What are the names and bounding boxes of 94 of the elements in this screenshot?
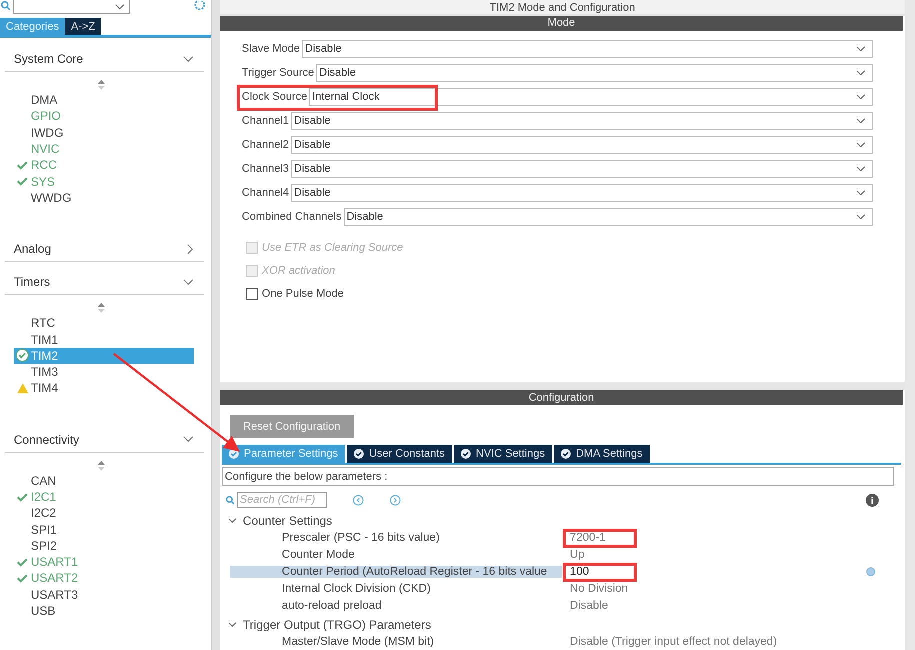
chevron-down-icon[interactable] [228,622,238,628]
check-circle-icon [561,449,572,459]
parameter-value[interactable]: Up [566,548,585,560]
chevron-down-icon [115,4,125,10]
field-label: Combined Channels [242,210,343,223]
previous-icon[interactable] [353,494,364,506]
parameter-name[interactable]: Counter Mode [282,548,562,560]
warning-icon [16,382,28,394]
parameter-name[interactable]: Internal Clock Division (CKD) [282,582,562,594]
check-icon [17,574,28,583]
category-header[interactable]: Connectivity [5,430,204,453]
dropdown[interactable]: Disable [344,208,874,226]
parameter-value[interactable]: No Division [566,582,628,594]
dropdown[interactable]: Disable [291,136,874,154]
peripheral-item[interactable]: TIM3 [14,364,194,380]
category-header[interactable]: System Core [5,50,204,72]
parameter-name[interactable]: Master/Slave Mode (MSM bit) [282,636,562,648]
peripheral-item[interactable]: SPI2 [14,538,194,554]
chevron-down-icon [856,46,866,52]
check-icon [17,160,28,170]
settings-tab[interactable]: DMA Settings [554,445,650,463]
peripheral-item[interactable]: CAN [14,472,194,489]
peripheral-item[interactable]: TIM1 [14,331,194,348]
peripheral-item[interactable]: USART3 [14,586,194,603]
section-header: Mode [220,16,904,31]
chevron-down-icon [183,436,194,444]
peripheral-item[interactable]: I2C2 [14,505,194,522]
description-text: Configure the below parameters : [222,467,894,486]
peripheral-item[interactable]: SPI1 [14,521,194,538]
check-circle-icon [354,449,364,459]
chevron-down-icon [183,56,194,62]
peripheral-item[interactable]: IWDG [14,124,194,141]
dropdown[interactable]: Disable [316,64,874,82]
dropdown[interactable]: Disable [291,184,874,202]
chevron-down-icon [183,278,194,286]
sidebar-tab[interactable]: A->Z [65,18,102,35]
chevron-down-icon [856,70,866,76]
field-label: Channel1 [242,114,290,127]
info-icon[interactable] [866,494,880,506]
chevron-down-icon [856,118,866,124]
search-field[interactable]: Search (Ctrl+F) [237,492,328,508]
dropdown[interactable]: Disable [302,40,874,58]
check-circle-icon [16,349,29,362]
chevron-down-icon [856,142,866,148]
panel-title: TIM2 Mode and Configuration [490,2,636,14]
parameter-value[interactable]: 100 [566,566,590,578]
field-label: Channel3 [242,162,290,175]
chevron-down-icon [856,94,866,100]
group-title: Counter Settings [243,514,332,528]
field-label: Channel2 [242,138,290,151]
peripheral-item[interactable]: DMA [14,92,194,108]
parameter-name[interactable]: Counter Period (AutoReload Register - 16 bits value [230,566,562,578]
search-icon [226,496,236,504]
sort-icon [98,460,105,471]
parameter-value[interactable]: 7200-1 [566,532,606,544]
dropdown[interactable]: Disable [291,160,874,178]
checkbox-label: Use ETR as Clearing Source [262,242,404,254]
parameter-value[interactable]: Disable [566,600,608,612]
check-circle-icon [461,449,472,459]
checkbox[interactable] [246,288,258,300]
sort-icon [98,303,105,314]
field-label: Slave Mode [242,42,302,55]
chevron-down-icon [856,166,866,172]
parameter-value[interactable]: Disable (Trigger input effect not delayed) [566,636,778,648]
checkbox-label: XOR activation [262,265,336,278]
field-label: Clock Source [242,90,308,103]
peripheral-item[interactable]: RTC [14,315,194,332]
category-header[interactable]: Timers [5,273,204,296]
peripheral-item[interactable]: USB [14,602,194,620]
chevron-down-icon[interactable] [228,518,238,524]
peripheral-item[interactable]: WWDG [14,190,194,206]
settings-tab[interactable]: NVIC Settings [454,445,552,463]
chevron-right-icon [187,244,194,255]
parameter-name[interactable]: auto-reload preload [282,600,562,612]
chevron-down-icon [856,214,866,220]
section-header: Configuration [220,390,904,405]
splitter-bar[interactable] [211,0,220,650]
dropdown[interactable]: Internal Clock [309,88,874,106]
group-title: Trigger Output (TRGO) Parameters [243,618,432,632]
parameter-name[interactable]: Prescaler (PSC - 16 bits value) [282,532,562,544]
category-header[interactable]: Analog [5,240,204,262]
next-icon[interactable] [390,494,402,506]
check-icon [17,177,28,186]
dropdown[interactable]: Disable [291,112,874,130]
check-icon [17,558,28,567]
checkbox-label: One Pulse Mode [262,288,344,300]
check-icon [17,492,28,502]
field-label: Trigger Source [242,66,316,79]
peripheral-item[interactable]: TIM4 [14,380,194,397]
search-icon [1,1,11,11]
chevron-down-icon [856,190,866,196]
field-label: Channel4 [242,186,290,199]
settings-tab[interactable]: User Constants [347,445,452,463]
sort-icon [98,80,105,90]
